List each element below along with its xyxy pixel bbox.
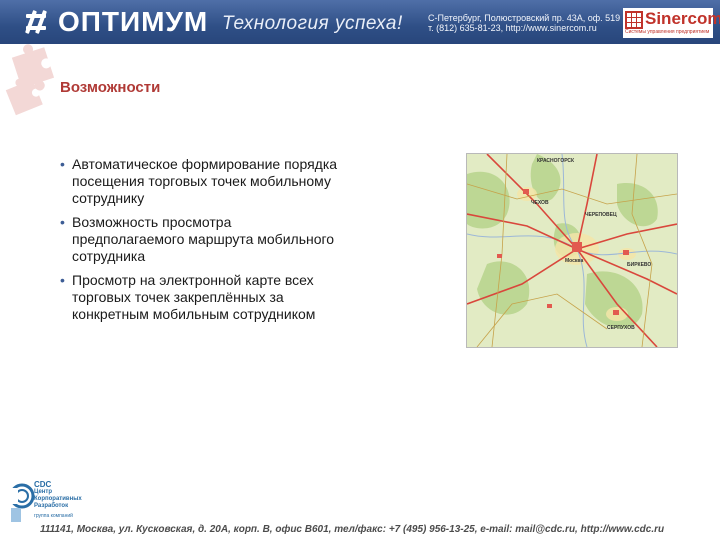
partner-name: Sinercom (645, 9, 720, 28)
brand-name: ОПТИМУМ (58, 6, 209, 37)
feature-list: • Автоматическое формирование порядка по… (60, 156, 340, 330)
partner-logo: Sinercom Системы управления предприятием (623, 8, 720, 38)
cdc-line: Центр (34, 489, 53, 495)
cdc-line: Разработок (34, 503, 69, 509)
sinercom-grid-icon (625, 11, 643, 29)
cdc-line: Корпоративных (34, 496, 82, 502)
bullet-icon: • (60, 214, 65, 230)
map-label: ЧЕХОВ (531, 200, 549, 206)
list-item: • Возможность просмотра предполагаемого … (60, 214, 340, 265)
map-graphic: КРАСНОГОРСК ЧЕХОВ ЧЕРЕПОВЕЦ БИРКЕВО Моск… (467, 154, 677, 347)
map-label: Москва (565, 258, 583, 264)
contact-phone-web: т. (812) 635-81-23, http://www.sinercom.… (428, 23, 597, 33)
header-banner: ОПТИМУМ Технология успеха! С-Петербург, … (0, 0, 720, 44)
partner-tagline: Системы управления предприятием (625, 29, 710, 35)
bullet-icon: • (60, 156, 65, 172)
map-label: СЕРПУХОВ (607, 325, 635, 331)
brand-slogan: Технология успеха! (222, 13, 403, 34)
contact-address: С-Петербург, Полюстровский пр. 43А, оф. … (428, 13, 621, 23)
list-item: • Просмотр на электронной карте всех тор… (60, 272, 340, 323)
bullet-text: Возможность просмотра предполагаемого ма… (72, 214, 335, 264)
list-item: • Автоматическое формирование порядка по… (60, 156, 340, 207)
slide-title: Возможности (60, 79, 161, 96)
route-map-image: КРАСНОГОРСК ЧЕХОВ ЧЕРЕПОВЕЦ БИРКЕВО Моск… (466, 153, 678, 348)
bullet-icon: • (60, 272, 65, 288)
cdc-logo-text: CDC (34, 480, 52, 489)
partner-contact: С-Петербург, Полюстровский пр. 43А, оф. … (428, 13, 620, 33)
optimum-logo-icon (25, 10, 47, 34)
map-label: КРАСНОГОРСК (537, 158, 575, 164)
bullet-text: Автоматическое формирование порядка посе… (72, 156, 338, 206)
bullet-text: Просмотр на электронной карте всех торго… (72, 272, 316, 322)
map-label: БИРКЕВО (627, 262, 651, 268)
map-label: ЧЕРЕПОВЕЦ (585, 212, 617, 218)
cdc-tagline: группа компаний (34, 513, 73, 519)
footer-address: 111141, Москва, ул. Кусковская, д. 20А, … (40, 524, 665, 535)
cdc-brand: CDC Центр Корпоративных Разработок (34, 480, 82, 510)
